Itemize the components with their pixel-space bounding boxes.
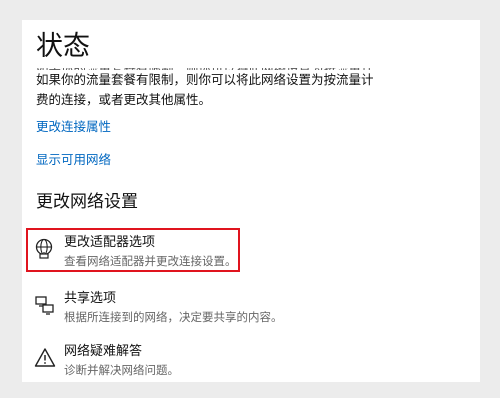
option-description: 查看网络适配器并更改连接设置。	[64, 254, 237, 268]
adapter-icon	[34, 238, 56, 260]
change-adapter-options-item[interactable]: 更改适配器选项 查看网络适配器并更改连接设置。	[32, 234, 432, 274]
info-line-2: 费的连接，或者更改其他属性。	[36, 92, 212, 107]
option-title: 共享选项	[64, 291, 117, 306]
change-network-settings-heading: 更改网络设置	[36, 192, 138, 212]
show-available-networks-link[interactable]: 显示可用网络	[36, 151, 111, 169]
info-line-1: 如果你的流量套餐有限制，则你可以将此网络设置为按流量计	[36, 72, 374, 87]
option-title: 网络疑难解答	[64, 344, 143, 359]
sharing-icon	[34, 294, 56, 316]
page-title: 状态	[36, 31, 90, 62]
change-connection-properties-link[interactable]: 更改连接属性	[36, 118, 111, 136]
metered-info-text: 如果你的流量套餐有限制，则你可以将此网络设置为按流量计 如果你的流量套餐有限制，…	[36, 68, 396, 110]
option-title: 更改适配器选项	[64, 235, 156, 250]
sharing-options-item[interactable]: 共享选项 根据所连接到的网络，决定要共享的内容。	[32, 290, 432, 330]
option-description: 根据所连接到的网络，决定要共享的内容。	[64, 310, 283, 324]
settings-panel: 状态 如果你的流量套餐有限制，则你可以将此网络设置为按流量计 如果你的流量套餐有…	[22, 20, 480, 382]
warning-icon	[34, 347, 56, 369]
option-description: 诊断并解决网络问题。	[64, 363, 179, 377]
scrolled-cut-line: 如果你的流量套餐有限制，则你可以将此网络设置为按流量计	[36, 68, 396, 70]
network-troubleshooter-item[interactable]: 网络疑难解答 诊断并解决网络问题。	[32, 343, 432, 382]
